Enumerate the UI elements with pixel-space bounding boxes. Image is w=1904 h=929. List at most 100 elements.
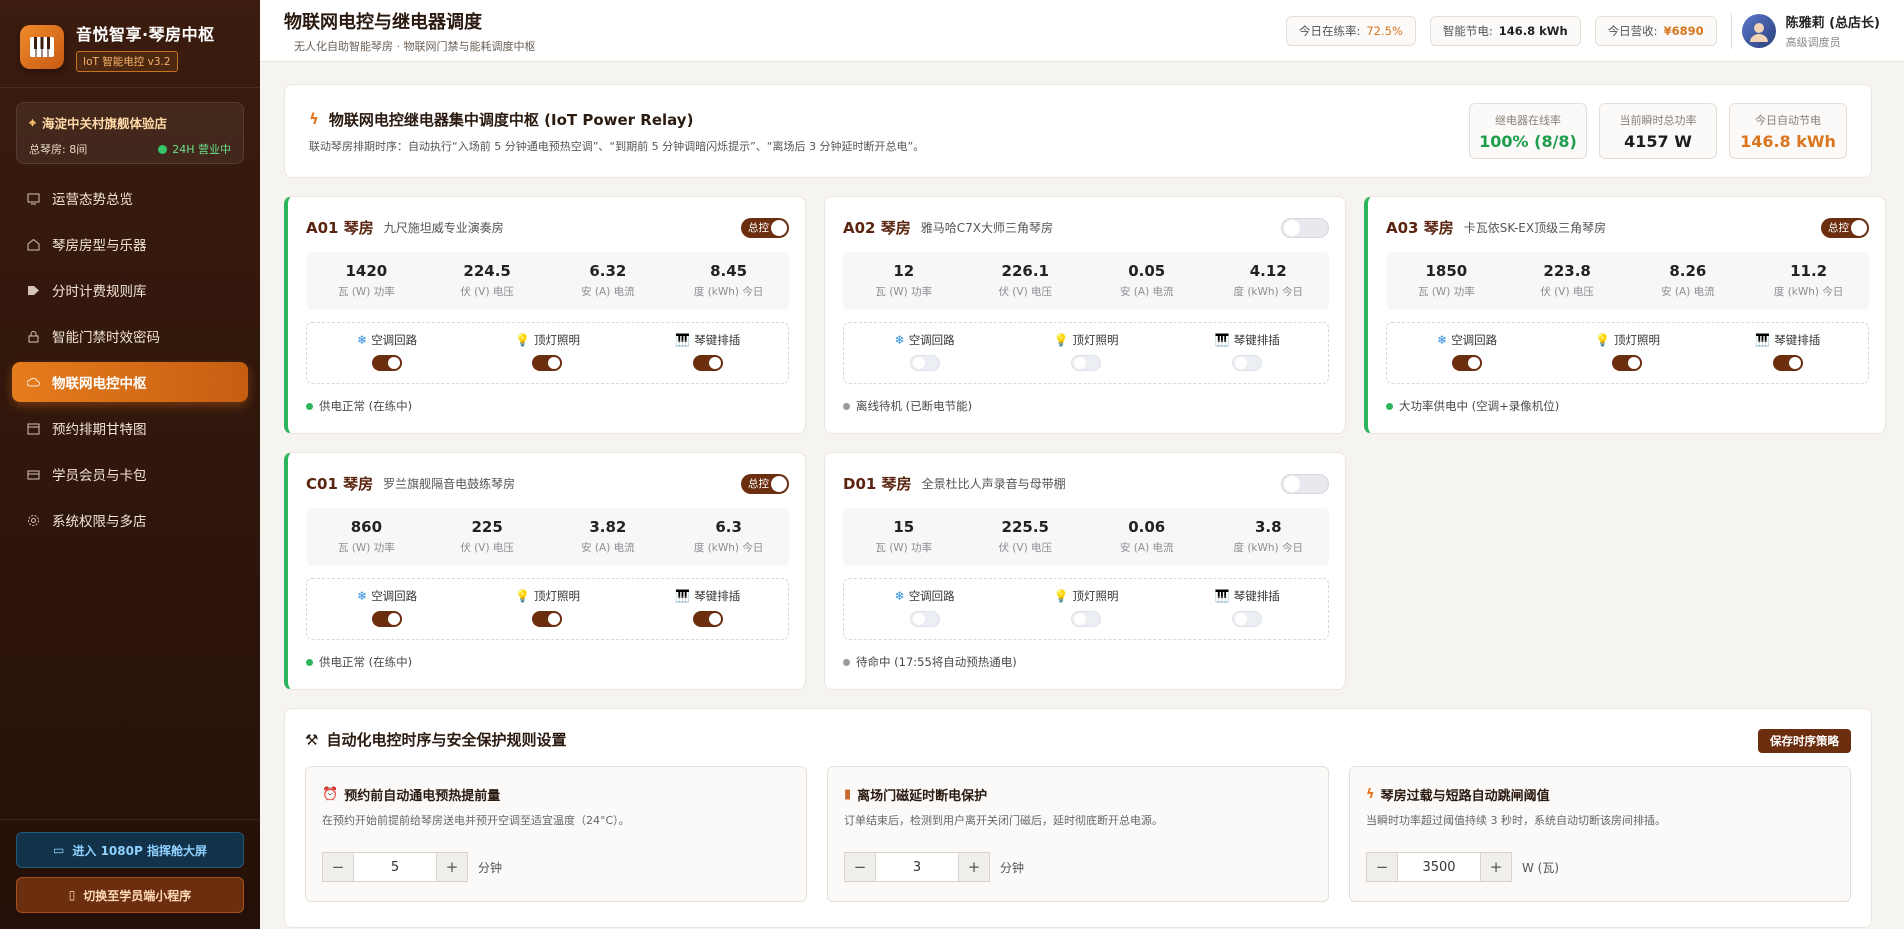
circuit-label: 琴键排插 xyxy=(1774,333,1821,347)
energy-value: 8.45 xyxy=(710,262,748,280)
room-count: 总琴房: 8间 xyxy=(29,143,88,156)
lightning-icon: ϟ xyxy=(1366,787,1375,802)
snowflake-icon: ❄ xyxy=(894,589,905,603)
sidebar-footer: ▭ 进入 1080P 指挥舱大屏 ▯ 切换至学员端小程序 xyxy=(0,819,260,929)
user-role: 高级调度员 xyxy=(1785,35,1841,49)
main-power-toggle[interactable]: 总控 xyxy=(741,217,789,238)
main-switch-label: 总控 xyxy=(748,478,769,490)
circuit-light: 💡 顶灯照明 xyxy=(1547,332,1707,383)
stepper-input[interactable]: 5 xyxy=(354,852,436,882)
nav-item-pricing[interactable]: 分时计费规则库 xyxy=(12,270,248,310)
lightning-icon: ϟ xyxy=(309,110,319,128)
energy-saving-badge: 智能节电: 146.8 kWh xyxy=(1429,15,1581,46)
chart-icon xyxy=(26,191,40,205)
main-power-toggle[interactable] xyxy=(1281,473,1329,494)
user-name: 陈雅莉 (总店长) xyxy=(1785,15,1880,31)
circuit-toggle[interactable] xyxy=(1232,355,1263,371)
banner-description: 联动琴房排期时序：自动执行“入场前 5 分钟通电预热空调”、“到期前 5 分钟调… xyxy=(309,139,925,153)
circuit-toggle[interactable] xyxy=(1070,611,1101,627)
automation-rules-panel: ⚒ 自动化电控时序与安全保护规则设置 保存时序策略 ⏰ 预约前自动通电预热提前量 在… xyxy=(284,708,1872,928)
nav-item-overview[interactable]: 运营态势总览 xyxy=(12,178,248,218)
mini-program-label: 切换至学员端小程序 xyxy=(83,888,192,903)
tag-icon xyxy=(26,283,40,297)
room-status: 大功率供电中 (空调+录像机位) xyxy=(1386,398,1869,414)
nav-label: 物联网电控中枢 xyxy=(52,376,147,392)
avatar[interactable] xyxy=(1741,13,1776,48)
nav-item-settings[interactable]: 系统权限与多店 xyxy=(12,500,248,540)
stepper-input[interactable]: 3500 xyxy=(1398,852,1480,882)
status-text: 离线待机 (已断电节能) xyxy=(856,399,973,413)
nav-item-members[interactable]: 学员会员与卡包 xyxy=(12,454,248,494)
status-text: 待命中 (17:55将自动预热通电) xyxy=(856,655,1017,669)
main-power-toggle[interactable]: 总控 xyxy=(1821,217,1869,238)
nav-item-access-code[interactable]: 智能门禁时效密码 xyxy=(12,316,248,356)
stat-value: 4157 W xyxy=(1624,131,1692,151)
decrement-button[interactable]: − xyxy=(844,852,876,882)
voltage-value: 225 xyxy=(471,518,503,536)
circuit-light: 💡 顶灯照明 xyxy=(1005,332,1166,383)
nav-item-rooms[interactable]: 琴房房型与乐器 xyxy=(12,224,248,264)
power-value: 15 xyxy=(893,518,915,536)
circuit-toggle[interactable] xyxy=(372,611,403,627)
circuit-toggle[interactable] xyxy=(909,611,940,627)
main-power-toggle[interactable]: 总控 xyxy=(741,473,789,494)
revenue-value: ¥6890 xyxy=(1663,23,1704,38)
increment-button[interactable]: + xyxy=(958,852,990,882)
decrement-button[interactable]: − xyxy=(322,852,354,882)
nav-item-gantt[interactable]: 预约排期甘特图 xyxy=(12,408,248,448)
power-value: 12 xyxy=(893,262,915,280)
mini-program-button[interactable]: ▯ 切换至学员端小程序 xyxy=(16,877,244,913)
power-metrics: 1420 瓦 (W) 功率 224.5 伏 (V) 电压 6.32 安 (A) 电流 … xyxy=(306,252,789,310)
room-description: 卡瓦依SK-EX顶级三角琴房 xyxy=(1463,221,1607,235)
voltage-unit: 伏 (V) 电压 xyxy=(1540,286,1594,298)
circuit-toggle[interactable] xyxy=(372,355,403,371)
voltage-value: 223.8 xyxy=(1543,262,1591,280)
stepper-input[interactable]: 3 xyxy=(876,852,958,882)
monitor-icon: ▭ xyxy=(53,843,65,857)
circuit-toggle[interactable] xyxy=(1232,611,1263,627)
circuit-label: 琴键排插 xyxy=(1233,589,1280,603)
circuit-toggle[interactable] xyxy=(1772,355,1803,371)
save-strategy-button[interactable]: 保存时序策略 xyxy=(1758,729,1851,753)
piano-keys-icon: 🎹 xyxy=(675,589,691,603)
energy-unit: 度 (kWh) 今日 xyxy=(693,286,764,298)
store-selector[interactable]: ⌖ 海淀中关村旗舰体验店 总琴房: 8间 24H 营业中 xyxy=(16,102,244,164)
circuit-panel: ❄ 空调回路 💡 顶灯照明 🎹 琴键排插 xyxy=(306,322,789,384)
circuit-toggle[interactable] xyxy=(1612,355,1643,371)
main-power-toggle[interactable] xyxy=(1281,217,1329,238)
circuit-toggle[interactable] xyxy=(532,355,563,371)
room-name: A01 琴房 xyxy=(306,219,374,237)
circuit-toggle[interactable] xyxy=(532,611,563,627)
version-badge: IoT 智能电控 v3.2 xyxy=(76,51,178,72)
energy-unit: 度 (kWh) 今日 xyxy=(1773,286,1844,298)
nav-label: 学员会员与卡包 xyxy=(52,468,147,484)
big-screen-button[interactable]: ▭ 进入 1080P 指挥舱大屏 xyxy=(16,832,244,868)
room-description: 全景杜比人声录音与母带棚 xyxy=(921,477,1066,491)
increment-button[interactable]: + xyxy=(1480,852,1512,882)
current-unit: 安 (A) 电流 xyxy=(1661,286,1715,298)
rule-card: ⏰ 预约前自动通电预热提前量 在预约开始前提前给琴房送电并预开空调至适宜温度（24… xyxy=(305,766,807,902)
decrement-button[interactable]: − xyxy=(1366,852,1398,882)
bulb-icon: 💡 xyxy=(515,333,530,347)
circuit-socket: 🎹 琴键排插 xyxy=(1167,332,1328,383)
circuit-panel: ❄ 空调回路 💡 顶灯照明 🎹 琴键排插 xyxy=(306,578,789,640)
circuit-toggle[interactable] xyxy=(1452,355,1483,371)
increment-button[interactable]: + xyxy=(436,852,468,882)
snowflake-icon: ❄ xyxy=(1437,333,1448,347)
total-power-stat: 当前瞬时总功率 4157 W xyxy=(1599,103,1717,159)
stepper-unit: W (瓦) xyxy=(1522,860,1560,875)
circuit-toggle[interactable] xyxy=(1070,355,1101,371)
brand-title: 音悦智享·琴房中枢 xyxy=(76,25,215,44)
circuit-toggle[interactable] xyxy=(909,355,940,371)
circuit-toggle[interactable] xyxy=(692,355,723,371)
circuit-toggle[interactable] xyxy=(692,611,723,627)
stat-value: 146.8 kWh xyxy=(1740,131,1836,151)
nav-item-iot-power[interactable]: 物联网电控中枢 xyxy=(12,362,248,402)
room-card: D01 琴房 全景杜比人声录音与母带棚 15 瓦 (W) 功率 225.5 伏 (V… xyxy=(824,452,1346,690)
nav-label: 分时计费规则库 xyxy=(52,284,147,300)
energy-value: 11.2 xyxy=(1790,262,1828,280)
circuit-light: 💡 顶灯照明 xyxy=(467,332,627,383)
circuit-ac: ❄ 空调回路 xyxy=(307,332,467,383)
nav-label: 系统权限与多店 xyxy=(52,514,147,530)
room-status: 离线待机 (已断电节能) xyxy=(843,398,1329,414)
